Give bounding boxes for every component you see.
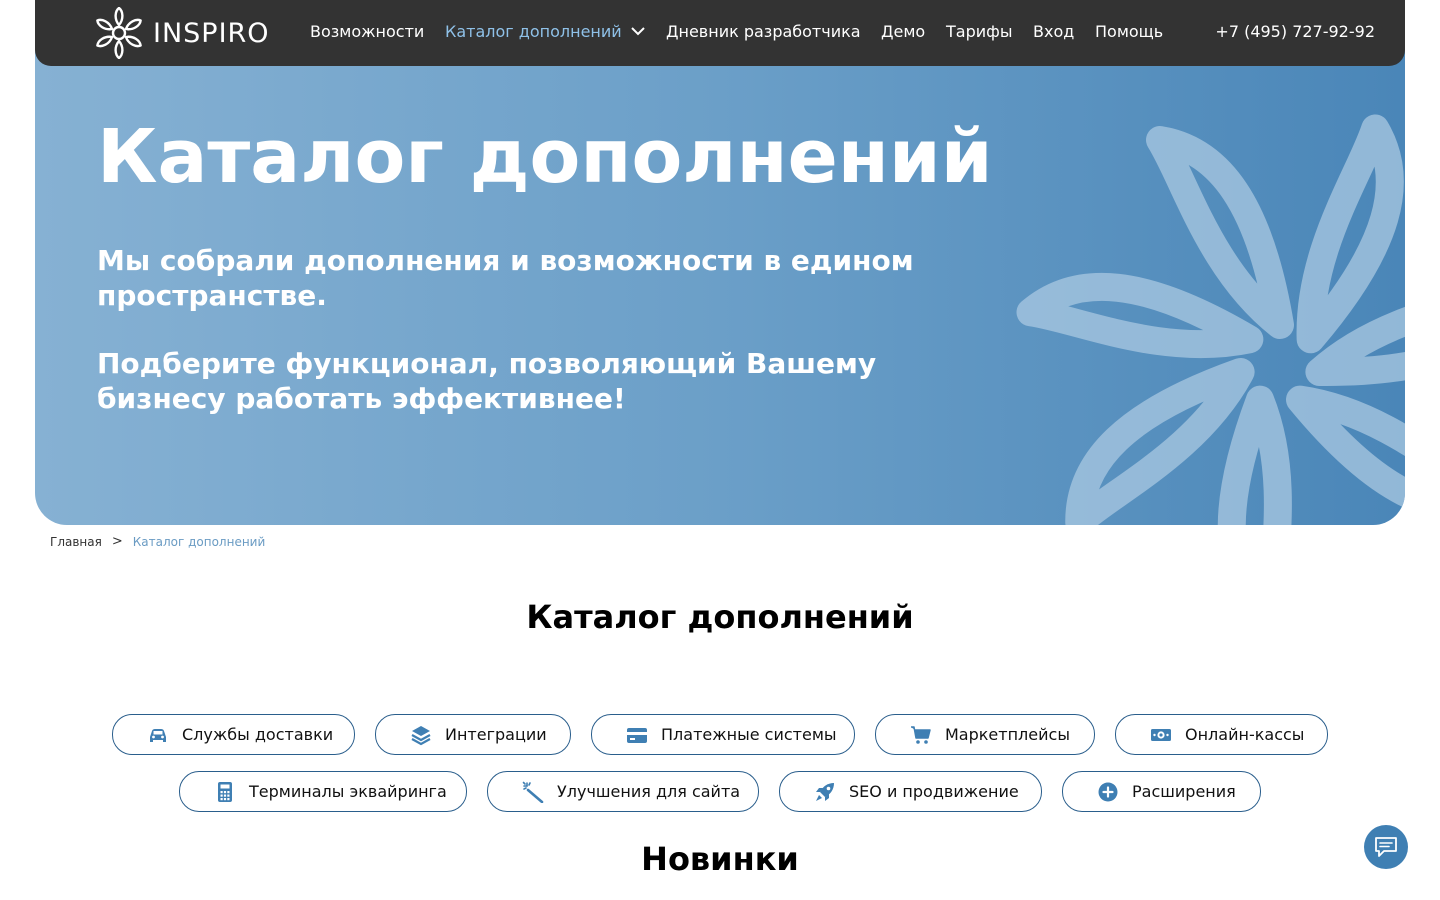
logo-text: INSPIRO	[153, 17, 270, 49]
chat-icon	[1375, 837, 1397, 857]
category-integrations[interactable]: Интеграции	[375, 714, 571, 755]
breadcrumb-home-link[interactable]: Главная	[50, 534, 102, 550]
chip-label: Расширения	[1132, 782, 1236, 801]
credit-card-icon	[626, 724, 648, 746]
calculator-icon	[214, 781, 236, 803]
hero-paragraph-1: Мы собрали дополнения и возможности в ед…	[97, 244, 914, 312]
nav-login[interactable]: Вход	[1033, 20, 1074, 44]
site-header: INSPIRO Возможности Каталог дополнений Д…	[35, 0, 1405, 66]
chip-label: Онлайн-кассы	[1185, 725, 1305, 744]
breadcrumb-current: Каталог дополнений	[132, 535, 266, 549]
breadcrumb-separator: >	[111, 534, 123, 549]
category-payment-systems[interactable]: Платежные системы	[591, 714, 855, 755]
chip-label: Службы доставки	[182, 725, 334, 744]
logo-flower-icon	[96, 7, 142, 59]
chip-label: Маркетплейсы	[945, 725, 1070, 744]
category-marketplaces[interactable]: Маркетплейсы	[875, 714, 1095, 755]
breadcrumb: Главная > Каталог дополнений	[50, 534, 265, 550]
phone-number[interactable]: +7 (495) 727-92-92	[1215, 20, 1375, 44]
hero-title: Каталог дополнений	[97, 114, 993, 200]
nav-help[interactable]: Помощь	[1095, 20, 1163, 44]
hero-banner: Каталог дополнений Мы собрали дополнения…	[35, 40, 1405, 525]
category-acquiring-terminals[interactable]: Терминалы эквайринга	[179, 771, 467, 812]
catalog-section-title: Каталог дополнений	[526, 598, 914, 636]
nav-pricing[interactable]: Тарифы	[946, 20, 1012, 44]
chip-label: Терминалы эквайринга	[249, 782, 447, 801]
chat-button[interactable]	[1364, 825, 1408, 869]
magic-wand-icon	[522, 781, 544, 803]
hero-paragraph-2: Подберите функционал, позволяющий Вашему…	[97, 347, 877, 415]
chip-label: SEO и продвижение	[849, 782, 1019, 801]
nav-demo[interactable]: Демо	[881, 20, 925, 44]
plus-circle-icon	[1097, 781, 1119, 803]
category-site-improvements[interactable]: Улучшения для сайта	[487, 771, 759, 812]
category-online-cash-registers[interactable]: Онлайн-кассы	[1115, 714, 1328, 755]
nav-dev-diary[interactable]: Дневник разработчика	[666, 20, 861, 44]
chip-label: Платежные системы	[661, 725, 837, 744]
logo[interactable]: INSPIRO	[95, 7, 270, 59]
car-icon	[147, 724, 169, 746]
shopping-cart-icon	[910, 724, 932, 746]
rocket-icon	[814, 781, 836, 803]
category-extensions[interactable]: Расширения	[1062, 771, 1261, 812]
new-section-title: Новинки	[641, 840, 799, 878]
layers-icon	[410, 724, 432, 746]
category-seo-promotion[interactable]: SEO и продвижение	[779, 771, 1042, 812]
chip-label: Интеграции	[445, 725, 547, 744]
nav-addons-catalog[interactable]: Каталог дополнений	[445, 20, 622, 44]
chevron-down-icon[interactable]	[631, 26, 645, 36]
money-icon	[1150, 724, 1172, 746]
nav-features[interactable]: Возможности	[310, 20, 424, 44]
category-delivery-services[interactable]: Службы доставки	[112, 714, 355, 755]
chip-label: Улучшения для сайта	[557, 782, 741, 801]
